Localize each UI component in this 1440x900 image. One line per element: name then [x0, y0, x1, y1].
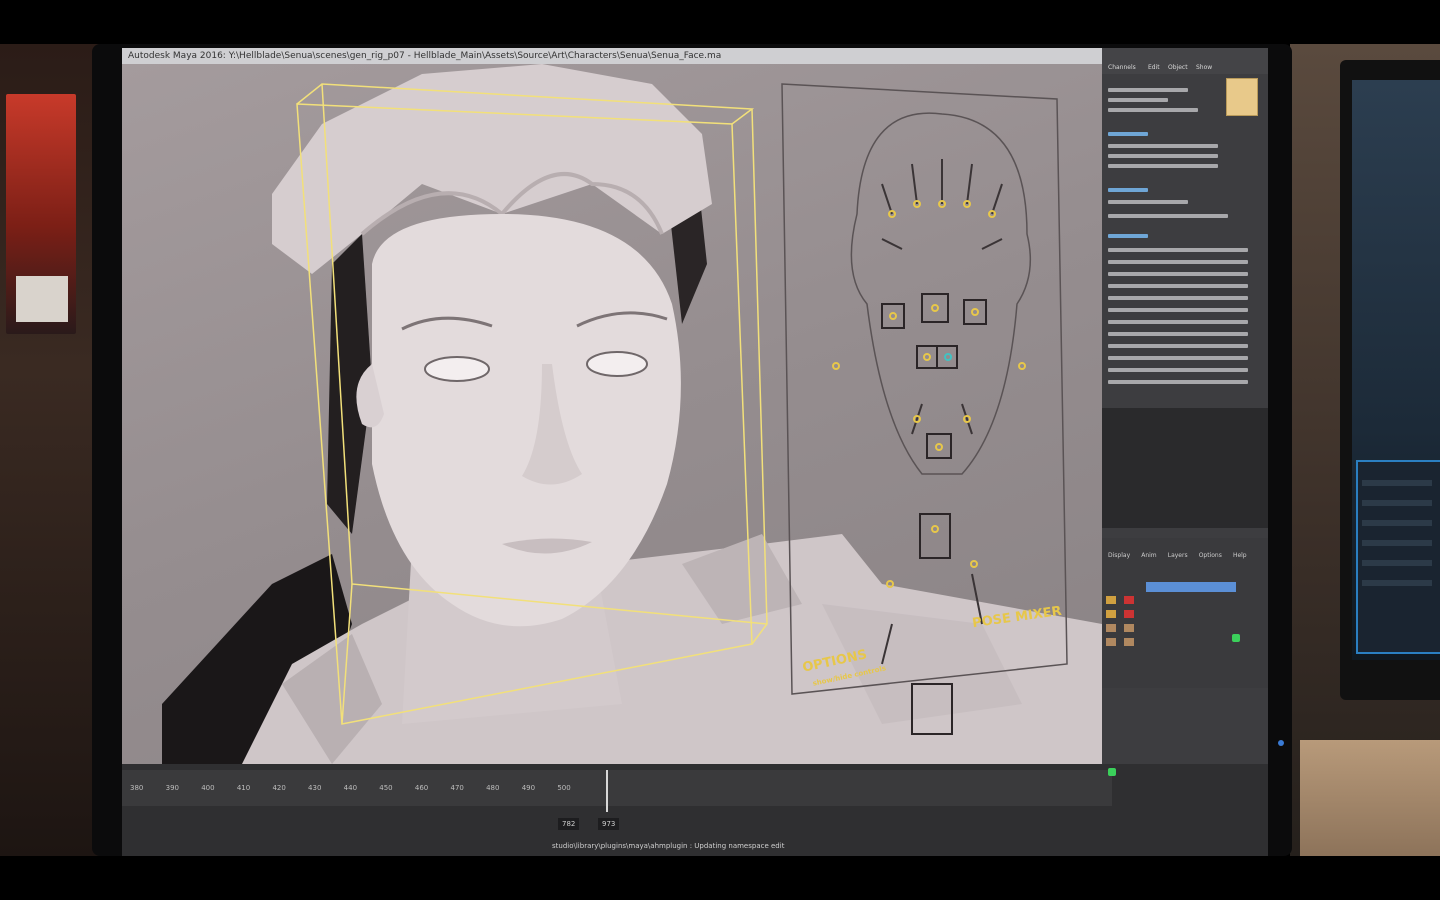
autokey-indicator[interactable] — [1108, 768, 1116, 776]
channel-line[interactable] — [1108, 248, 1248, 252]
maya-title-bar: Autodesk Maya 2016: Y:\Hellblade\Senua\s… — [122, 48, 1118, 64]
layer-swatch[interactable] — [1124, 596, 1134, 604]
tab-channels[interactable]: Channels — [1108, 64, 1136, 71]
secondary-panel-row — [1362, 580, 1432, 586]
tab-edit[interactable]: Edit — [1148, 64, 1160, 71]
main-monitor-screen: Autodesk Maya 2016: Y:\Hellblade\Senua\s… — [122, 48, 1268, 856]
right-eye — [586, 351, 648, 377]
tab-layers[interactable]: Layers — [1168, 552, 1188, 559]
current-frame-field[interactable]: 782 — [558, 818, 580, 830]
secondary-panel-row — [1362, 560, 1432, 566]
layer-swatch[interactable] — [1106, 610, 1116, 618]
status-line: studio\library\plugins\maya\ahmplugin : … — [552, 842, 785, 850]
picker-control-selected[interactable] — [944, 353, 952, 361]
monitor-power-led — [1278, 740, 1284, 746]
timeline-ticks: 380 390 400 410 420 430 440 450 460 470 … — [130, 784, 571, 792]
layer-visibility-indicator[interactable] — [1232, 634, 1240, 642]
tab-help[interactable]: Help — [1233, 552, 1247, 559]
letterbox-top — [0, 0, 1440, 44]
channel-line[interactable] — [1108, 108, 1198, 112]
tab-show[interactable]: Show — [1196, 64, 1212, 71]
layer-swatch[interactable] — [1124, 638, 1134, 646]
letterbox-bottom — [0, 856, 1440, 900]
channel-line[interactable] — [1108, 260, 1248, 264]
channel-line[interactable] — [1108, 200, 1188, 204]
layer-editor[interactable]: Display Anim Layers Options Help — [1102, 538, 1268, 688]
channel-line[interactable] — [1108, 272, 1248, 276]
channel-line[interactable] — [1108, 284, 1248, 288]
tab-display[interactable]: Display — [1108, 552, 1130, 559]
layer-swatch[interactable] — [1106, 596, 1116, 604]
channel-line[interactable] — [1108, 356, 1248, 360]
viewport-scene — [162, 64, 1102, 764]
end-frame-field[interactable]: 973 — [598, 818, 620, 830]
timeline-ruler[interactable]: 380 390 400 410 420 430 440 450 460 470 … — [122, 770, 1112, 812]
channel-section-label — [1108, 234, 1148, 238]
layer-swatch[interactable] — [1124, 610, 1134, 618]
channel-line[interactable] — [1108, 368, 1248, 372]
channel-line[interactable] — [1108, 214, 1228, 218]
secondary-panel-row — [1362, 500, 1432, 506]
channel-line[interactable] — [1108, 320, 1248, 324]
channel-box-panel[interactable]: Channels Edit Object Show Display Anim L… — [1102, 48, 1268, 768]
layer-row-selected[interactable] — [1146, 582, 1236, 592]
video-frame: Autodesk Maya 2016: Y:\Hellblade\Senua\s… — [0, 0, 1440, 900]
secondary-panel-row — [1362, 480, 1432, 486]
timeline-playhead[interactable] — [606, 770, 608, 812]
channel-line[interactable] — [1108, 308, 1248, 312]
attribute-editor-empty — [1102, 408, 1268, 528]
secondary-monitor-panel — [1356, 460, 1440, 654]
tab-object[interactable]: Object — [1168, 64, 1188, 71]
channel-section-label — [1108, 188, 1148, 192]
tab-anim[interactable]: Anim — [1141, 552, 1156, 559]
layer-swatch[interactable] — [1106, 624, 1116, 632]
tab-options[interactable]: Options — [1199, 552, 1222, 559]
channel-line[interactable] — [1108, 380, 1248, 384]
layer-swatch[interactable] — [1124, 624, 1134, 632]
sticky-note — [1226, 78, 1258, 116]
maya-3d-viewport[interactable]: OPTIONS show/hide controls POSE MIXER — [122, 64, 1102, 764]
layer-swatch[interactable] — [1106, 638, 1116, 646]
left-eye — [424, 356, 490, 382]
secondary-panel-row — [1362, 540, 1432, 546]
channel-section-label — [1108, 132, 1148, 136]
poster-label — [16, 276, 68, 322]
channel-line[interactable] — [1108, 296, 1248, 300]
channel-line[interactable] — [1108, 88, 1188, 92]
secondary-panel-row — [1362, 520, 1432, 526]
channel-line[interactable] — [1108, 332, 1248, 336]
channel-line[interactable] — [1108, 164, 1218, 168]
channel-line[interactable] — [1108, 154, 1218, 158]
channel-line[interactable] — [1108, 344, 1248, 348]
channel-line[interactable] — [1108, 144, 1218, 148]
desk-surface — [1300, 740, 1440, 856]
channel-line[interactable] — [1108, 98, 1168, 102]
time-slider[interactable]: 380 390 400 410 420 430 440 450 460 470 … — [122, 764, 1268, 856]
picker-controls[interactable] — [832, 200, 1026, 588]
